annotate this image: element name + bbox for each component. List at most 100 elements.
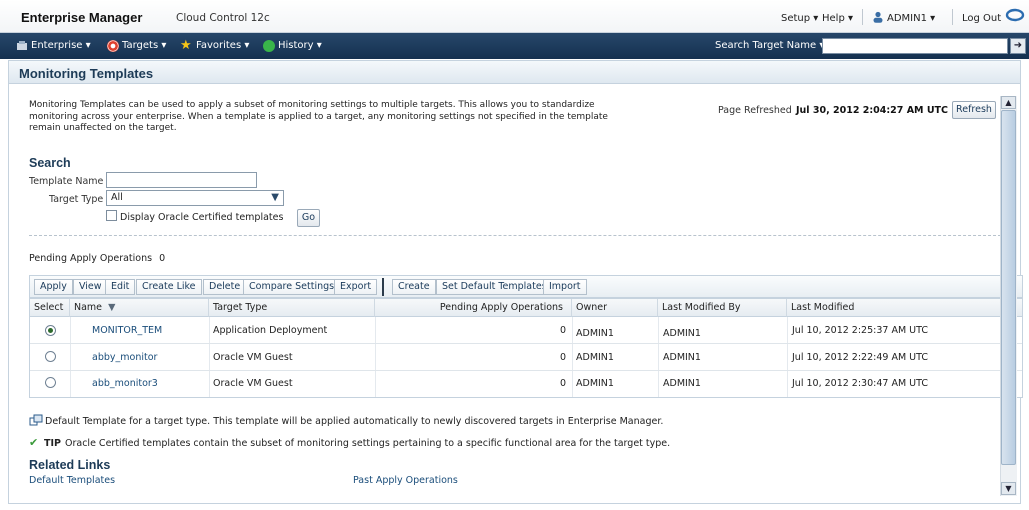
search-heading: Search — [29, 156, 71, 170]
column-header-name-label: Name — [74, 302, 103, 313]
page-title: Monitoring Templates — [19, 66, 154, 81]
create-like-button[interactable]: Create Like — [136, 279, 202, 295]
template-name-label: Template Name — [29, 176, 104, 187]
pending-cell: 0 — [560, 378, 567, 389]
search-target-input[interactable] — [822, 38, 1008, 54]
column-divider — [658, 317, 659, 397]
default-template-icon — [29, 414, 43, 426]
set-default-templates-button[interactable]: Set Default Templates — [436, 279, 553, 295]
last-modified-cell: Jul 10, 2012 2:30:47 AM UTC — [792, 378, 928, 389]
search-go-button[interactable]: Go — [297, 209, 320, 227]
enterprise-icon — [16, 40, 28, 52]
column-divider — [572, 317, 573, 397]
apply-button[interactable]: Apply — [34, 279, 73, 295]
row-select-radio[interactable] — [45, 377, 56, 388]
chevron-down-icon: ▼ — [271, 192, 279, 203]
owner-cell: ADMIN1 — [576, 352, 614, 363]
pending-cell: 0 — [560, 352, 567, 363]
refresh-timestamp: Jul 30, 2012 2:04:27 AM UTC — [796, 105, 948, 116]
last-modified-by-cell: ADMIN1 — [663, 352, 701, 363]
past-apply-operations-link[interactable]: Past Apply Operations — [353, 475, 458, 486]
sort-descending-icon: ▼ — [108, 302, 116, 313]
oracle-logo-icon — [1005, 8, 1025, 22]
user-icon — [872, 11, 884, 23]
last-modified-cell: Jul 10, 2012 2:25:37 AM UTC — [792, 325, 928, 336]
row-select-radio[interactable] — [45, 351, 56, 362]
import-button[interactable]: Import — [543, 279, 587, 295]
column-header-owner: Owner — [572, 299, 658, 317]
owner-cell: ADMIN1 — [576, 328, 614, 339]
column-divider — [70, 317, 71, 397]
target-type-value: All — [111, 192, 123, 203]
template-name-link[interactable]: MONITOR_TEM — [92, 325, 162, 336]
last-modified-by-cell: ADMIN1 — [663, 378, 701, 389]
default-template-note: Default Template for a target type. This… — [45, 416, 664, 427]
default-templates-link[interactable]: Default Templates — [29, 475, 115, 486]
toolbar-separator — [382, 278, 384, 296]
section-divider — [29, 235, 1016, 236]
target-type-select[interactable]: All ▼ — [106, 190, 284, 206]
scroll-down-arrow-icon[interactable]: ▼ — [1001, 482, 1016, 495]
target-type-cell: Oracle VM Guest — [213, 352, 293, 363]
scrollbar-thumb[interactable] — [1001, 110, 1016, 465]
row-divider — [30, 343, 1022, 344]
app-version: Cloud Control 12c — [176, 12, 270, 24]
logout-link[interactable]: Log Out — [962, 13, 1001, 24]
template-name-link[interactable]: abb_monitor3 — [92, 378, 158, 389]
page-title-bar — [8, 60, 1021, 84]
header-divider — [952, 9, 953, 25]
pending-cell: 0 — [560, 325, 567, 336]
app-brand: Enterprise Manager — [21, 10, 143, 25]
pending-count: 0 — [159, 253, 166, 264]
radio-selected-dot — [48, 328, 53, 333]
export-button[interactable]: Export — [334, 279, 378, 295]
column-header-pending: Pending Apply Operations — [375, 299, 572, 317]
create-button[interactable]: Create — [392, 279, 436, 295]
tip-text: Oracle Certified templates contain the s… — [65, 438, 671, 449]
column-divider — [375, 317, 376, 397]
history-menu[interactable]: History ▾ — [278, 40, 322, 51]
column-divider — [787, 317, 788, 397]
history-icon — [263, 40, 275, 52]
related-links-heading: Related Links — [29, 458, 111, 472]
certified-templates-checkbox[interactable] — [106, 210, 117, 221]
setup-menu[interactable]: Setup ▾ — [781, 13, 818, 24]
template-name-input[interactable] — [106, 172, 257, 188]
column-header-select: Select — [30, 299, 70, 317]
targets-menu[interactable]: Targets ▾ — [122, 40, 166, 51]
target-type-cell: Application Deployment — [213, 325, 328, 336]
last-modified-by-cell: ADMIN1 — [663, 328, 701, 339]
favorites-menu[interactable]: Favorites ▾ — [196, 40, 249, 51]
owner-cell: ADMIN1 — [576, 378, 614, 389]
view-button[interactable]: View — [73, 279, 108, 295]
compare-settings-button[interactable]: Compare Settings — [243, 279, 341, 295]
target-type-label: Target Type — [49, 194, 104, 205]
tip-label: TIP — [44, 438, 61, 449]
row-divider — [30, 370, 1022, 371]
enterprise-menu[interactable]: Enterprise ▾ — [31, 40, 91, 51]
search-target-type-menu[interactable]: Search Target Name ▾ — [715, 40, 824, 51]
column-header-last-modified: Last Modified — [787, 299, 1022, 317]
column-header-last-modified-by: Last Modified By — [658, 299, 787, 317]
edit-button[interactable]: Edit — [105, 279, 136, 295]
last-modified-cell: Jul 10, 2012 2:22:49 AM UTC — [792, 352, 928, 363]
refresh-button[interactable]: Refresh — [952, 101, 996, 119]
refresh-label: Page Refreshed — [718, 105, 792, 116]
column-header-name[interactable]: Name ▼ — [70, 299, 209, 317]
column-divider — [209, 317, 210, 397]
row-select-radio[interactable] — [45, 325, 56, 336]
column-header-target-type: Target Type — [209, 299, 375, 317]
delete-button[interactable]: Delete — [203, 279, 247, 295]
user-menu[interactable]: ADMIN1 ▾ — [887, 13, 935, 24]
pending-apply-operations: Pending Apply Operations 0 — [29, 253, 165, 264]
scroll-up-arrow-icon[interactable]: ▲ — [1001, 96, 1016, 109]
tip-check-icon: ✔ — [29, 436, 39, 449]
search-go-arrow-icon[interactable]: ➜ — [1010, 38, 1026, 54]
help-menu[interactable]: Help ▾ — [822, 13, 853, 24]
header-divider — [862, 9, 863, 25]
favorites-star-icon: ★ — [180, 38, 192, 53]
pending-label: Pending Apply Operations — [29, 253, 153, 264]
targets-icon — [107, 40, 119, 52]
template-name-link[interactable]: abby_monitor — [92, 352, 157, 363]
page-description: Monitoring Templates can be used to appl… — [29, 100, 608, 133]
